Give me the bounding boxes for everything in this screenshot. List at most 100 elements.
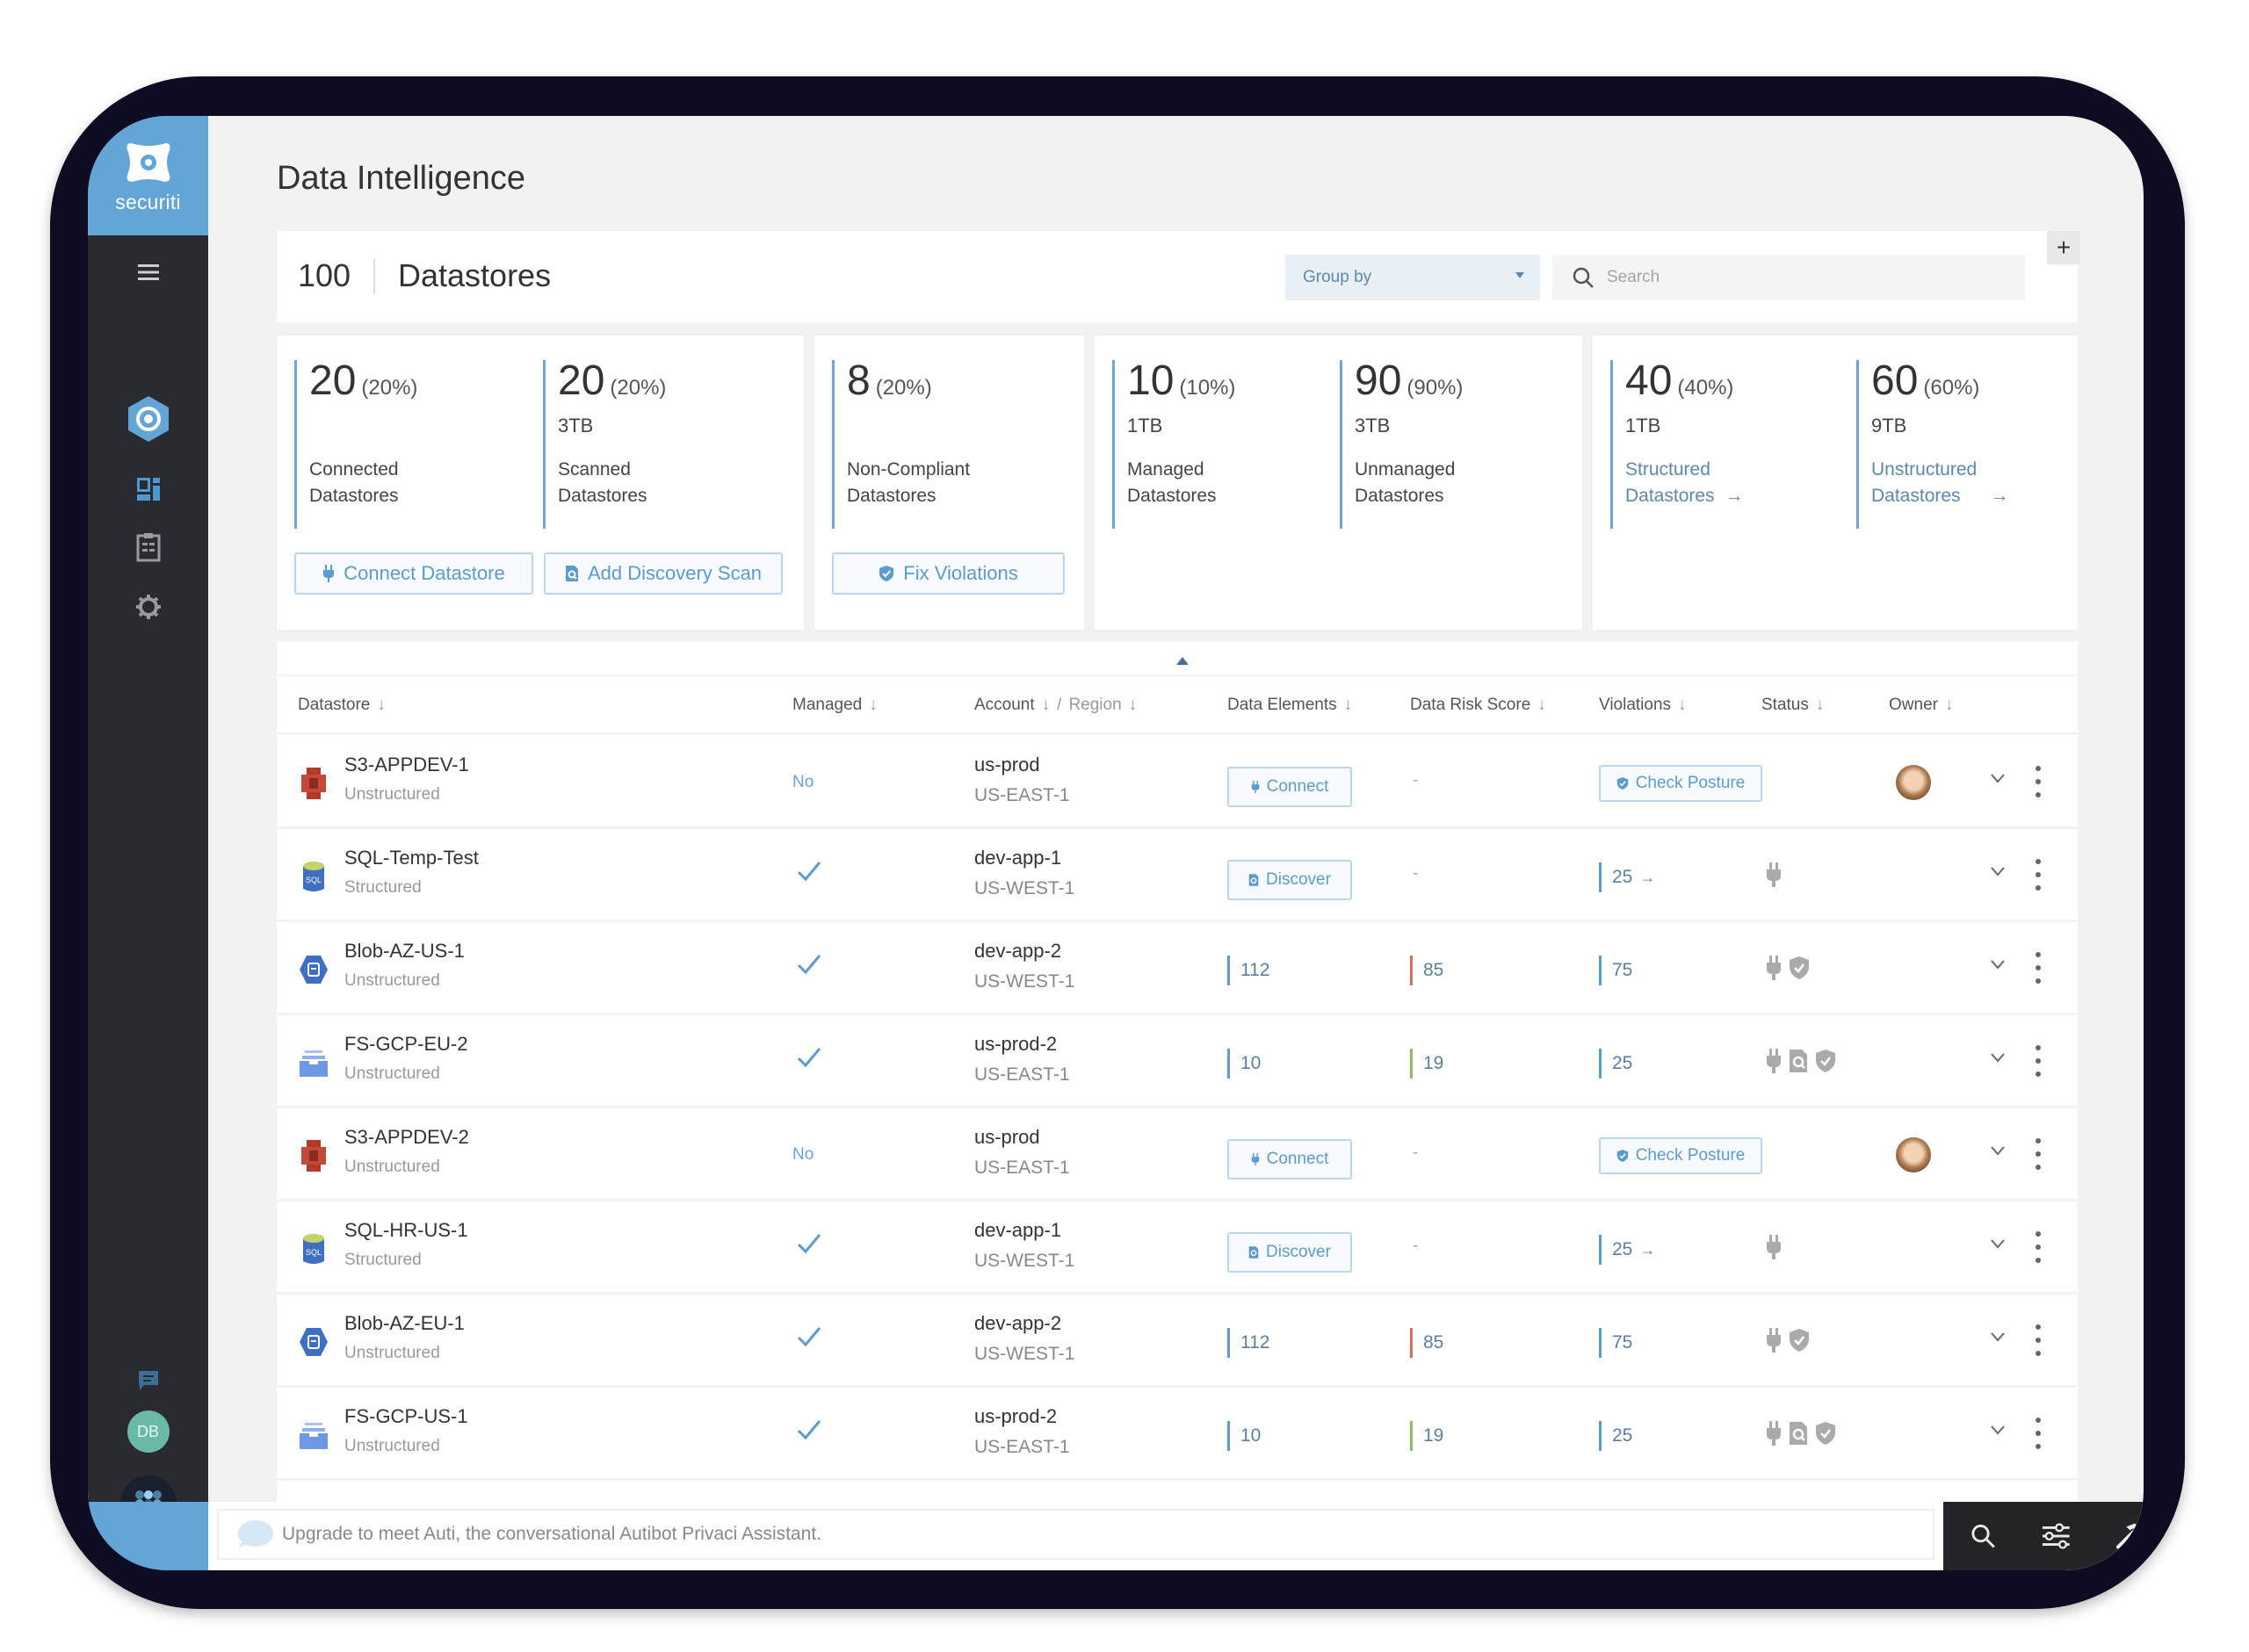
- account-name: us-prod-2: [974, 1405, 1058, 1427]
- stat-scanned: 20 (20%) 3TB Scanned Datastores: [543, 360, 666, 529]
- discover-button[interactable]: Discover: [1227, 1232, 1352, 1273]
- col-data-elements[interactable]: Data Elements ↓: [1227, 696, 1352, 715]
- stat-non-compliant: 8 (20%) Non-Compliant Datastores: [832, 360, 970, 529]
- menu-icon[interactable]: [88, 255, 208, 290]
- col-datastore[interactable]: Datastore ↓: [298, 696, 386, 715]
- svg-text:SQL: SQL: [306, 1248, 322, 1257]
- nav-chat[interactable]: [88, 1363, 208, 1398]
- check-posture-button[interactable]: Check Posture: [1599, 1137, 1762, 1174]
- table-row[interactable]: Blob-AZ-EU-1 Unstructured dev-app-2 US-WEST…: [277, 1295, 2078, 1388]
- chevron-down-icon[interactable]: [1987, 1233, 2008, 1254]
- col-data-risk-score[interactable]: Data Risk Score ↓: [1410, 696, 1546, 715]
- azure-sql-icon: SQL: [298, 859, 329, 894]
- data-elements-value: 10: [1227, 1049, 1261, 1078]
- table-row[interactable]: SQL SQL-Temp-Test Structured dev-app-1 US-WE…: [277, 829, 2078, 922]
- region-name: US-WEST-1: [974, 971, 1075, 992]
- stat-label: Scanned Datastores: [558, 459, 647, 506]
- table-row[interactable]: SQL SQL-HR-US-1 Structured dev-app-1 US-WEST…: [277, 1201, 2078, 1295]
- search-icon[interactable]: [1970, 1522, 1997, 1550]
- table-row[interactable]: FS-GCP-US-1 Unstructured us-prod-2 US-EAST-…: [277, 1388, 2078, 1481]
- table-header: Datastore ↓ Managed ↓ Account ↓ / Region ↓ Dat…: [277, 675, 2078, 734]
- stat-structured[interactable]: 40 (40%) 1TB Structured Datastores →: [1610, 360, 1744, 529]
- connect-button[interactable]: Connect: [1227, 1139, 1352, 1179]
- stat-percent: (90%): [1407, 376, 1464, 400]
- col-managed[interactable]: Managed ↓: [792, 696, 878, 715]
- owner-avatar[interactable]: [1896, 765, 1931, 800]
- button-label: Discover: [1266, 870, 1331, 889]
- account-name: dev-app-1: [974, 847, 1062, 869]
- col-status[interactable]: Status ↓: [1761, 696, 1824, 715]
- nav-data-intelligence[interactable]: [88, 388, 208, 450]
- col-account-region[interactable]: Account ↓ / Region ↓: [974, 696, 1137, 715]
- more-options-icon[interactable]: [2034, 1231, 2043, 1263]
- stat-label: Connected Datastores: [309, 459, 399, 506]
- more-options-icon[interactable]: [2034, 952, 2043, 984]
- datastore-name[interactable]: FS-GCP-EU-2: [344, 1033, 468, 1056]
- filter-sliders-icon[interactable]: [2041, 1522, 2072, 1550]
- region-name: US-WEST-1: [974, 1251, 1075, 1271]
- col-owner[interactable]: Owner ↓: [1889, 696, 1953, 715]
- page-title: Data Intelligence: [277, 160, 526, 197]
- nav-dashboard[interactable]: [88, 467, 208, 511]
- hammer-icon[interactable]: [2115, 1521, 2144, 1551]
- col-violations[interactable]: Violations ↓: [1599, 696, 1687, 715]
- divider: [373, 259, 375, 294]
- chevron-down-icon[interactable]: [1987, 861, 2008, 882]
- datastore-name[interactable]: SQL-HR-US-1: [344, 1219, 468, 1242]
- chevron-down-icon[interactable]: [1987, 1326, 2008, 1347]
- nav-settings[interactable]: [88, 585, 208, 629]
- check-icon: [797, 1327, 821, 1347]
- card-connected-scanned: 20 (20%) Connected Datastores 20 (20%) 3TB …: [277, 335, 804, 630]
- violations-value[interactable]: 25 →: [1599, 1235, 1655, 1265]
- owner-avatar[interactable]: [1896, 1137, 1931, 1172]
- datastore-name[interactable]: FS-GCP-US-1: [344, 1405, 468, 1428]
- chevron-down-icon[interactable]: [1987, 1419, 2008, 1440]
- status-compliant-icon: [1816, 1422, 1835, 1445]
- sort-icon: ↓: [1128, 696, 1138, 714]
- chevron-down-icon[interactable]: [1987, 954, 2008, 975]
- check-posture-button[interactable]: Check Posture: [1599, 765, 1762, 802]
- connect-datastore-button[interactable]: Connect Datastore: [294, 552, 533, 595]
- chevron-down-icon[interactable]: [1987, 768, 2008, 789]
- violations-value[interactable]: 25 →: [1599, 862, 1655, 892]
- more-options-icon[interactable]: [2034, 1324, 2043, 1356]
- assistant-message: Upgrade to meet Auti, the conversational…: [282, 1524, 822, 1544]
- nav-checklist[interactable]: [88, 525, 208, 569]
- status-icons: [1766, 862, 1782, 887]
- more-options-icon[interactable]: [2034, 1138, 2043, 1170]
- table-row[interactable]: Blob-AZ-US-1 Unstructured dev-app-2 US-WEST…: [277, 922, 2078, 1015]
- more-options-icon[interactable]: [2034, 1418, 2043, 1449]
- discover-button[interactable]: Discover: [1227, 860, 1352, 900]
- fix-violations-button[interactable]: Fix Violations: [832, 552, 1065, 595]
- connect-button[interactable]: Connect: [1227, 767, 1352, 807]
- assistant-bar: Upgrade to meet Auti, the conversational…: [208, 1502, 2144, 1570]
- status-icons: [1766, 1421, 1836, 1446]
- more-options-icon[interactable]: [2034, 859, 2043, 891]
- user-avatar[interactable]: DB: [88, 1407, 208, 1456]
- chevron-down-icon[interactable]: [1987, 1047, 2008, 1068]
- collapse-caret-icon[interactable]: [1176, 657, 1189, 665]
- table-row[interactable]: S3-APPDEV-1 Unstructured No us-prod US-EAST-…: [277, 736, 2078, 829]
- risk-score-empty: -: [1413, 1143, 1419, 1162]
- table-row[interactable]: S3-APPDEV-2 Unstructured No us-prod US-EAST-…: [277, 1108, 2078, 1201]
- datastore-name[interactable]: Blob-AZ-US-1: [344, 940, 465, 963]
- button-label: Add Discovery Scan: [587, 562, 763, 584]
- shield-check-icon: [879, 566, 894, 581]
- structured-datastores-link[interactable]: Structured Datastores →: [1625, 457, 1744, 509]
- more-options-icon[interactable]: [2034, 766, 2043, 797]
- add-discovery-scan-button[interactable]: Add Discovery Scan: [544, 552, 783, 595]
- datastore-name[interactable]: SQL-Temp-Test: [344, 847, 479, 869]
- brand-logo[interactable]: securiti: [88, 116, 208, 235]
- table-row[interactable]: FS-GCP-EU-2 Unstructured us-prod-2 US-EAST-…: [277, 1015, 2078, 1108]
- assistant-input[interactable]: Upgrade to meet Auti, the conversational…: [217, 1509, 1934, 1560]
- unstructured-datastores-link[interactable]: Unstructured Datastores →: [1871, 457, 2009, 509]
- datastore-name[interactable]: S3-APPDEV-1: [344, 754, 469, 776]
- add-button[interactable]: +: [2047, 231, 2080, 264]
- datastore-name[interactable]: S3-APPDEV-2: [344, 1126, 469, 1149]
- group-by-dropdown[interactable]: Group by: [1285, 255, 1540, 300]
- datastore-name[interactable]: Blob-AZ-EU-1: [344, 1312, 465, 1335]
- chevron-down-icon[interactable]: [1987, 1140, 2008, 1161]
- more-options-icon[interactable]: [2034, 1045, 2043, 1077]
- stat-unstructured[interactable]: 60 (60%) 9TB Unstructured Datastores →: [1856, 360, 2009, 529]
- search-input[interactable]: Search: [1552, 255, 2025, 300]
